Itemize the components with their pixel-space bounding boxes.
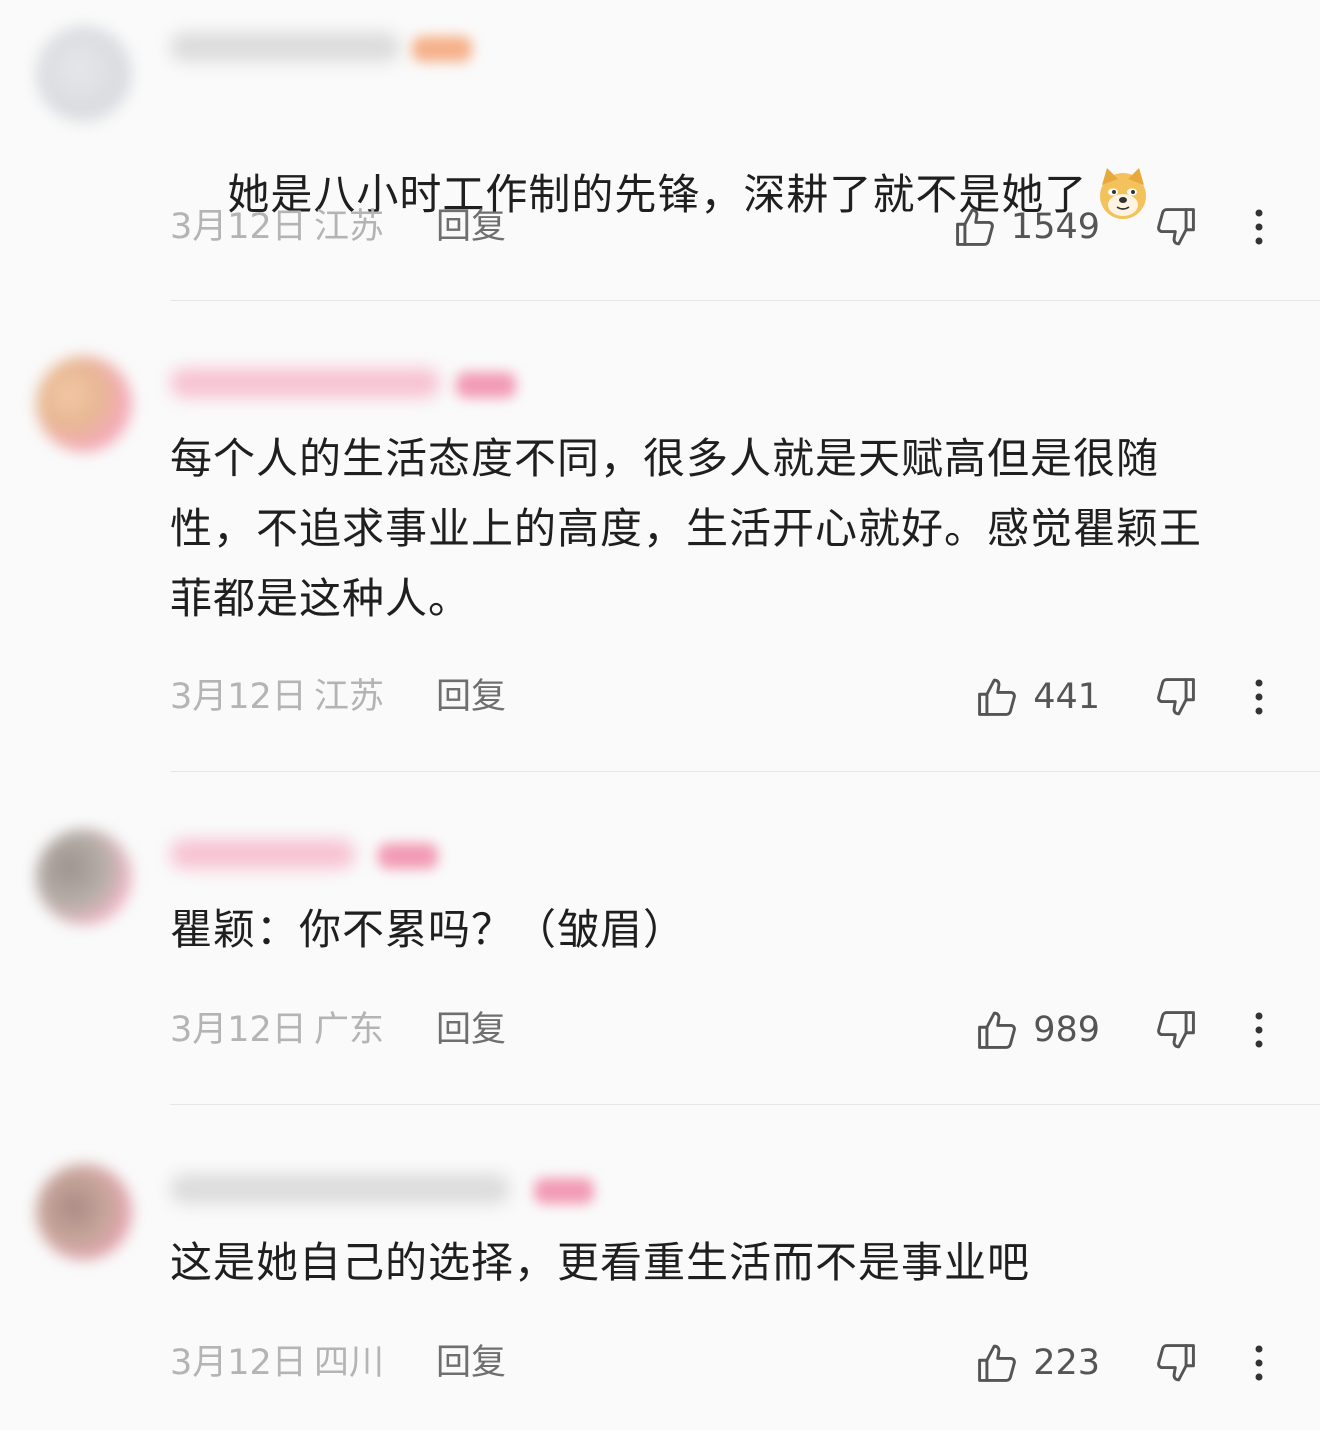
reply-button[interactable]: 回复: [436, 1005, 506, 1055]
comment-item: 她是八小时工作制的先锋，深耕了就不是她了 3月12日 江苏 回复 1549: [0, 0, 1320, 300]
like-count: 989: [1033, 1010, 1100, 1050]
like-count: 223: [1033, 1343, 1100, 1383]
comment-item: 这是她自己的选择，更看重生活而不是事业吧 3月12日 四川 回复 223: [0, 1104, 1320, 1430]
comment-date: 3月12日: [170, 1343, 307, 1383]
thumbs-down-icon[interactable]: [1154, 1008, 1198, 1052]
more-vertical-icon[interactable]: [1250, 207, 1268, 247]
username[interactable]: [170, 368, 440, 398]
comment-item: 每个人的生活态度不同，很多人就是天赋高但是很随 性，不追求事业上的高度，生活开心…: [0, 300, 1320, 771]
username[interactable]: [170, 32, 400, 62]
thumbs-up-icon: [978, 678, 1017, 716]
thumbs-up-icon: [978, 1011, 1017, 1049]
comment-meta: 3月12日 四川 回复 223: [170, 1338, 1280, 1388]
reply-button[interactable]: 回复: [436, 202, 506, 252]
username[interactable]: [170, 1174, 510, 1204]
reply-button[interactable]: 回复: [436, 672, 506, 722]
like-button[interactable]: 989: [975, 1005, 1100, 1055]
like-button[interactable]: 441: [975, 672, 1100, 722]
more-vertical-icon[interactable]: [1250, 677, 1268, 717]
more-vertical-icon[interactable]: [1250, 1343, 1268, 1383]
comment-meta: 3月12日 广东 回复 989: [170, 1005, 1280, 1055]
comment-region: 四川: [314, 1343, 385, 1383]
comment-date: 3月12日: [170, 207, 307, 247]
like-button[interactable]: 223: [975, 1338, 1100, 1388]
avatar[interactable]: [36, 356, 132, 452]
more-vertical-icon[interactable]: [1250, 1010, 1268, 1050]
thumbs-down-icon[interactable]: [1154, 205, 1198, 249]
like-count: 441: [1033, 677, 1100, 717]
comment-meta: 3月12日 江苏 回复 441: [170, 672, 1280, 722]
thumbs-down-icon[interactable]: [1154, 675, 1198, 719]
comment-region: 江苏: [314, 207, 385, 247]
comment-text: 这是她自己的选择，更看重生活而不是事业吧: [170, 1238, 1031, 1287]
like-button[interactable]: 1549: [953, 202, 1100, 252]
user-badge: [412, 36, 472, 62]
reply-button[interactable]: 回复: [436, 1338, 506, 1388]
comment-text: 每个人的生活态度不同，很多人就是天赋高但是很随 性，不追求事业上的高度，生活开心…: [170, 434, 1203, 623]
avatar[interactable]: [36, 829, 132, 925]
comment-item: 瞿颖：你不累吗？（皱眉） 3月12日 广东 回复 989: [0, 771, 1320, 1104]
user-badge: [534, 1178, 594, 1204]
comment-text: 她是八小时工作制的先锋，深耕了就不是她了: [170, 90, 1280, 300]
avatar[interactable]: [36, 1164, 132, 1260]
user-badge: [456, 372, 516, 398]
thumbs-down-icon[interactable]: [1154, 1341, 1198, 1385]
like-count: 1549: [1010, 207, 1100, 247]
user-badge: [378, 843, 438, 869]
comment-meta: 3月12日 江苏 回复 1549: [170, 202, 1280, 252]
comment-region: 江苏: [314, 677, 385, 717]
comment-region: 广东: [314, 1010, 385, 1050]
thumbs-up-icon: [956, 208, 994, 246]
comment-date: 3月12日: [170, 1010, 307, 1050]
username[interactable]: [170, 839, 355, 869]
comment-text: 瞿颖：你不累吗？（皱眉）: [170, 905, 687, 954]
comment-date: 3月12日: [170, 677, 307, 717]
thumbs-up-icon: [978, 1344, 1017, 1382]
avatar[interactable]: [36, 26, 132, 122]
